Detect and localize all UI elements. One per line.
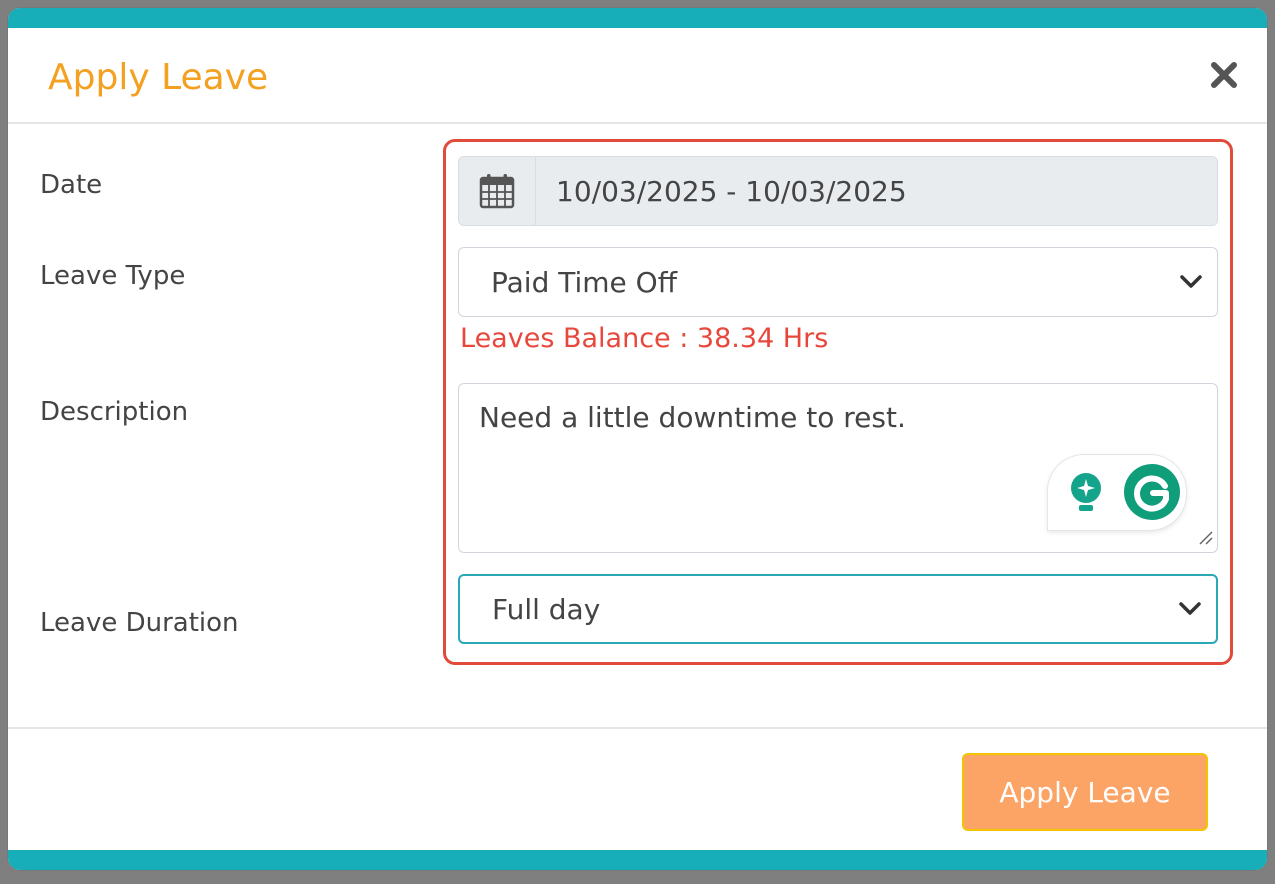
leave-type-value: Paid Time Off bbox=[491, 265, 677, 299]
chevron-down-icon bbox=[1179, 602, 1201, 615]
lightbulb-icon bbox=[1071, 473, 1101, 511]
leave-type-select[interactable]: Paid Time Off bbox=[458, 247, 1218, 317]
leave-balance-text: Leaves Balance : 38.34 Hrs bbox=[460, 323, 829, 354]
leave-duration-value: Full day bbox=[492, 592, 601, 626]
date-range-input[interactable]: 10/03/2025 - 10/03/2025 bbox=[536, 157, 1217, 225]
leave-duration-label: Leave Duration bbox=[40, 608, 239, 638]
leave-type-label: Leave Type bbox=[40, 261, 186, 291]
modal-bottom-accent bbox=[8, 850, 1267, 870]
calendar-icon[interactable] bbox=[459, 157, 536, 225]
date-range-field[interactable]: 10/03/2025 - 10/03/2025 bbox=[458, 156, 1218, 226]
description-label: Description bbox=[40, 397, 189, 427]
modal-footer-divider bbox=[8, 727, 1267, 729]
chevron-down-icon bbox=[1180, 275, 1202, 288]
resize-handle-icon[interactable] bbox=[1196, 528, 1214, 546]
modal-title: Apply Leave bbox=[48, 57, 269, 98]
modal-top-accent bbox=[8, 8, 1267, 28]
date-label: Date bbox=[40, 170, 103, 200]
apply-leave-button[interactable]: Apply Leave bbox=[962, 753, 1208, 831]
modal-header: Apply Leave bbox=[8, 28, 1267, 124]
grammarly-icon bbox=[1124, 464, 1180, 520]
leave-duration-select[interactable]: Full day bbox=[458, 574, 1218, 644]
close-icon[interactable] bbox=[1207, 58, 1241, 92]
grammarly-widget[interactable] bbox=[1048, 455, 1186, 530]
description-value: Need a little downtime to rest. bbox=[479, 401, 906, 434]
